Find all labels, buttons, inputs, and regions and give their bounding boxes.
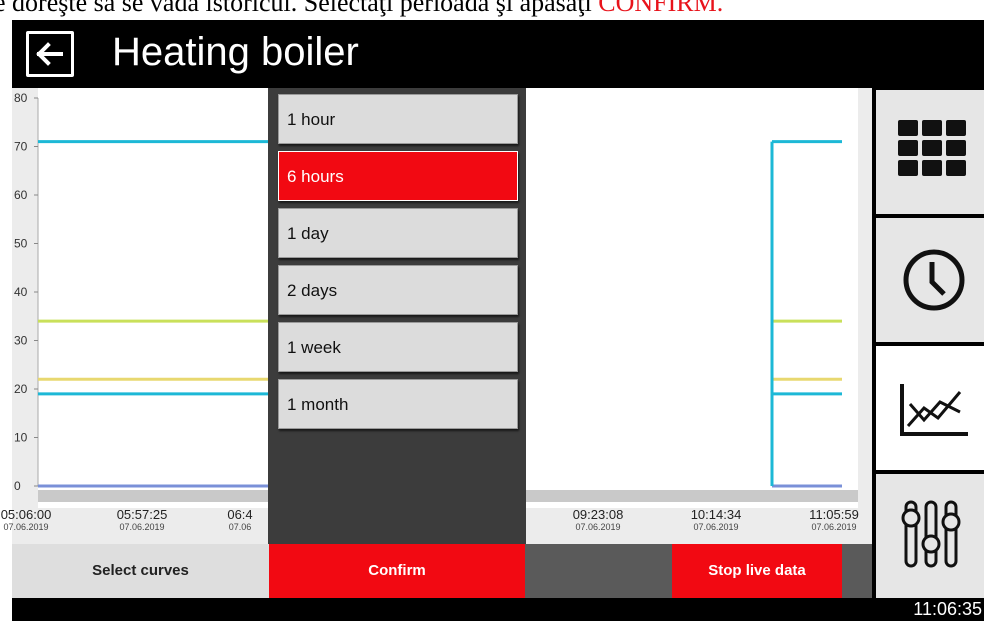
y-tick-label: 10: [14, 431, 28, 445]
x-tick-label: 05:06:00 07.06.2019: [1, 508, 52, 533]
x-tick-date: 07.06.2019: [811, 522, 857, 532]
history-button[interactable]: [876, 218, 984, 342]
title-bar: Heating boiler: [12, 20, 984, 88]
period-option[interactable]: 1 hour: [278, 94, 518, 144]
sidebar: [872, 88, 984, 598]
back-button[interactable]: [26, 31, 74, 77]
period-dropdown: 1 hour 6 hours 1 day 2 days 1 week 1 month: [268, 88, 526, 544]
stop-live-data-button[interactable]: Stop live data: [672, 544, 842, 598]
period-option[interactable]: 1 week: [278, 322, 518, 372]
clock-time: 11:06:35: [913, 599, 982, 619]
confirm-button[interactable]: Confirm: [269, 544, 525, 598]
page-title: Heating boiler: [112, 30, 359, 74]
x-tick-time: 09:23:08: [572, 507, 624, 522]
x-tick-date: 07.06.2019: [575, 522, 621, 532]
period-option[interactable]: 6 hours: [278, 151, 518, 201]
x-tick-label: 05:57:25 07.06.2019: [117, 508, 168, 533]
scroll-track-right[interactable]: [526, 490, 858, 502]
trend-button[interactable]: [876, 346, 984, 470]
y-tick-label: 0: [14, 479, 21, 493]
instruction-highlight: CONFIRM.: [598, 0, 724, 17]
x-tick-label: 11:05:59 07.06.2019: [809, 508, 859, 533]
x-tick-label: 06:4 07.06: [227, 508, 252, 533]
y-tick-label: 60: [14, 188, 28, 202]
grid-icon: [898, 120, 966, 176]
y-tick-label: 30: [14, 334, 28, 348]
chart-icon: [900, 384, 968, 436]
period-option[interactable]: 2 days: [278, 265, 518, 315]
x-tick-label: 09:23:08 07.06.2019: [573, 508, 624, 533]
plot-bg-left: [38, 88, 270, 508]
arrow-left-icon: [36, 42, 63, 66]
instruction-body: e doreşte să se vadă istoricul. Selectaţ…: [0, 0, 599, 17]
plot-bg-right: [526, 88, 858, 508]
x-tick-label: 10:14:34 07.06.2019: [691, 508, 742, 533]
x-tick-date: 07.06.2019: [693, 522, 739, 532]
y-tick-label: 70: [14, 140, 28, 154]
x-tick-time: 11:05:59: [809, 507, 859, 522]
y-tick-label: 80: [14, 91, 28, 105]
y-tick-label: 50: [14, 237, 28, 251]
x-tick-time: 05:06:00: [0, 507, 52, 522]
x-tick-time: 05:57:25: [116, 507, 168, 522]
period-option[interactable]: 1 month: [278, 379, 518, 429]
y-tick-label: 40: [14, 285, 28, 299]
sliders-icon: [901, 500, 961, 568]
bottom-bar: Select curves Confirm Stop live data: [12, 544, 872, 598]
scroll-track-left[interactable]: [38, 490, 270, 502]
clock-icon: [903, 249, 965, 311]
settings-button[interactable]: [876, 474, 984, 598]
status-bar: 11:06:35: [12, 598, 984, 621]
period-option[interactable]: 1 day: [278, 208, 518, 258]
x-tick-date: 07.06.2019: [119, 522, 165, 532]
select-curves-button[interactable]: Select curves: [12, 544, 269, 598]
x-tick-time: 06:4: [227, 507, 253, 522]
x-tick-date: 07.06: [228, 522, 252, 532]
menu-button[interactable]: [876, 90, 984, 214]
x-tick-time: 10:14:34: [690, 507, 742, 522]
x-tick-date: 07.06.2019: [3, 522, 49, 532]
y-tick-label: 20: [14, 382, 28, 396]
